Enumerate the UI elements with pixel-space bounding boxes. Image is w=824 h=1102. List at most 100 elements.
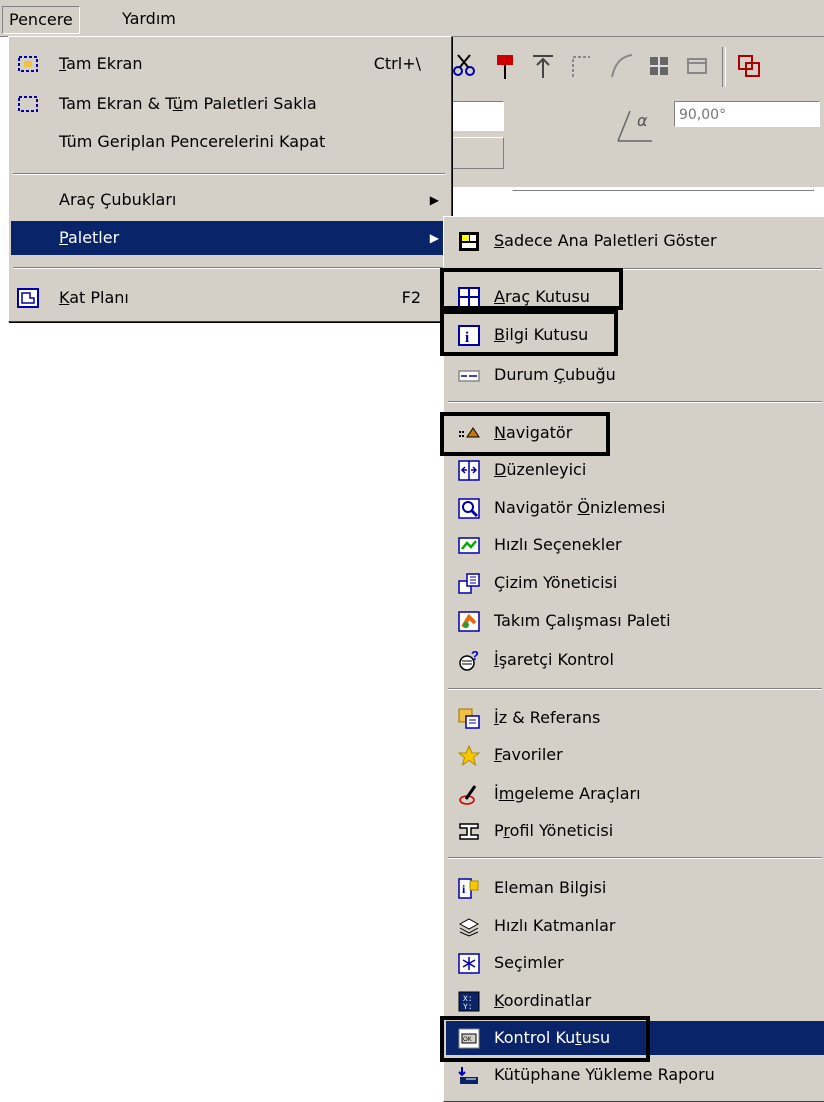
submenu-item-navigator-onizlemesi[interactable]: Navigatör Önizlemesi	[446, 491, 824, 525]
submenu-item-label: Navigatör	[494, 423, 573, 442]
navigator-icon	[459, 427, 480, 439]
pin-icon[interactable]	[492, 51, 518, 81]
shortcut-text: F2	[401, 288, 421, 307]
submenu-item-label: İz & Referans	[494, 708, 601, 727]
svg-text:?: ?	[471, 650, 479, 663]
submenu-item-kutuphane-raporu[interactable]: Kütüphane Yükleme Raporu	[446, 1058, 824, 1092]
submenu-item-label: İmgeleme Araçları	[494, 784, 641, 803]
control-box-icon: OK	[458, 1028, 480, 1049]
submenu-item-durum-cubugu[interactable]: Durum Çubuğu	[446, 358, 824, 392]
menu-separator	[448, 857, 822, 859]
info-box-fields: α 90,00°	[452, 97, 824, 191]
menu-pencere[interactable]: Pencere	[2, 6, 80, 34]
menu-item-label: Tam Ekran	[59, 54, 143, 73]
selections-icon	[458, 953, 480, 974]
organizer-icon	[458, 460, 480, 481]
submenu-item-ana-paletler[interactable]: Sadece Ana Paletleri Göster	[446, 224, 824, 258]
angle-symbol: α	[637, 111, 648, 130]
submenu-item-bilgi-kutusu[interactable]: i Bilgi Kutusu	[446, 318, 824, 352]
menu-separator	[13, 267, 445, 269]
window-tool-icon[interactable]	[684, 51, 710, 81]
menu-item-geriplan-kapat[interactable]: Tüm Geriplan Pencerelerini Kapat	[11, 125, 447, 159]
element-info-icon: i	[458, 878, 479, 899]
menu-item-paletler[interactable]: Paletler ▶	[11, 221, 447, 255]
menu-item-label: Tüm Geriplan Pencerelerini Kapat	[59, 132, 326, 151]
submenu-item-label: Bilgi Kutusu	[494, 325, 589, 344]
align-top-icon[interactable]	[530, 51, 556, 81]
corner-icon[interactable]	[568, 51, 594, 81]
submenu-item-imgeleme-araclari[interactable]: İmgeleme Araçları	[446, 777, 824, 811]
floorplan-icon	[17, 288, 39, 308]
menu-yardim[interactable]: Yardım	[116, 6, 182, 32]
fullscreen-icon	[18, 56, 38, 72]
submenu-item-label: Hızlı Seçenekler	[494, 535, 622, 554]
submenu-item-hizli-secenekler[interactable]: Hızlı Seçenekler	[446, 528, 824, 562]
submenu-item-label: Seçimler	[494, 953, 564, 972]
trace-reference-icon	[458, 708, 480, 729]
menu-separator	[448, 268, 822, 270]
submenu-item-kontrol-kutusu[interactable]: OK Kontrol Kutusu	[446, 1021, 824, 1055]
submenu-arrow-icon: ▶	[429, 193, 439, 207]
status-bar-icon	[458, 370, 480, 382]
menu-item-label: Kat Planı	[59, 288, 129, 307]
navigator-preview-icon	[458, 498, 480, 519]
scissors-icon[interactable]	[452, 51, 478, 81]
submenu-item-label: Eleman Bilgisi	[494, 878, 607, 897]
submenu-item-label: Araç Kutusu	[494, 287, 590, 306]
teamwork-icon	[458, 611, 480, 632]
submenu-item-label: Durum Çubuğu	[494, 365, 616, 384]
menu-item-tam-ekran[interactable]: Tam Ekran Ctrl+\	[11, 47, 447, 81]
submenu-item-isaretci-kontrol[interactable]: ? İşaretçi Kontrol	[446, 643, 824, 677]
panel-edge	[512, 189, 814, 191]
submenu-item-profil-yoneticisi[interactable]: Profil Yöneticisi	[446, 814, 824, 848]
submenu-item-label: Kontrol Kutusu	[494, 1028, 611, 1047]
value-button[interactable]	[452, 137, 504, 169]
shortcut-text: Ctrl+\	[373, 54, 421, 73]
submenu-item-label: Kütüphane Yükleme Raporu	[494, 1065, 715, 1084]
marker-control-icon: ?	[459, 650, 479, 671]
submenu-item-navigator[interactable]: Navigatör	[446, 416, 824, 450]
quick-layers-icon	[458, 918, 480, 937]
main-palettes-icon	[459, 232, 479, 251]
submenu-item-label: İşaretçi Kontrol	[494, 650, 614, 669]
toolbox-icon	[458, 287, 480, 308]
submenu-item-label: Hızlı Katmanlar	[494, 916, 616, 935]
background-toolbar	[452, 37, 824, 97]
submenu-item-favoriler[interactable]: Favoriler	[446, 738, 824, 772]
menu-separator	[448, 688, 822, 690]
grid-tool-icon[interactable]	[646, 51, 672, 81]
quick-options-icon	[458, 537, 480, 554]
submenu-item-secimler[interactable]: Seçimler	[446, 946, 824, 980]
submenu-item-koordinatlar[interactable]: X: Y: Koordinatlar	[446, 984, 824, 1018]
favorites-star-icon	[458, 745, 480, 766]
sketch-tools-icon	[459, 785, 477, 805]
info-box-icon: i	[458, 325, 480, 346]
submenu-item-takim-calismasi[interactable]: Takım Çalışması Paleti	[446, 604, 824, 638]
menu-item-tam-ekran-sakla[interactable]: Tam Ekran & Tüm Paletleri Sakla	[11, 87, 447, 121]
svg-text:OK: OK	[463, 1037, 472, 1043]
menu-separator	[448, 401, 822, 403]
submenu-item-duzenleyici[interactable]: Düzenleyici	[446, 453, 824, 487]
submenu-item-arac-kutusu[interactable]: Araç Kutusu	[446, 280, 824, 314]
submenu-item-iz-referans[interactable]: İz & Referans	[446, 701, 824, 735]
value-field[interactable]	[452, 101, 504, 131]
menu-separator	[13, 173, 445, 175]
drawing-manager-icon	[458, 573, 480, 594]
menu-item-arac-cubuklari[interactable]: Araç Çubukları ▶	[11, 183, 447, 217]
library-report-icon	[458, 1067, 478, 1084]
submenu-item-label: Navigatör Önizlemesi	[494, 498, 666, 517]
submenu-item-label: Çizim Yöneticisi	[494, 573, 618, 592]
submenu-item-label: Takım Çalışması Paleti	[494, 611, 671, 630]
angle-input[interactable]: 90,00°	[674, 101, 820, 127]
coordinates-icon: X:Y:	[458, 991, 480, 1012]
curve-icon[interactable]	[608, 51, 634, 81]
submenu-item-hizli-katmanlar[interactable]: Hızlı Katmanlar	[446, 909, 824, 943]
copy-layout-icon[interactable]	[736, 51, 762, 81]
menu-item-kat-plani[interactable]: Kat Planı F2	[11, 281, 447, 315]
profile-manager-icon	[459, 823, 479, 840]
submenu-item-cizim-yoneticisi[interactable]: Çizim Yöneticisi	[446, 566, 824, 600]
submenu-item-eleman-bilgisi[interactable]: i Eleman Bilgisi	[446, 871, 824, 905]
submenu-item-label: Favoriler	[494, 745, 563, 764]
pencere-menu: Tam Ekran Ctrl+\ Tam Ekran & Tüm Paletle…	[8, 36, 452, 322]
svg-text:i: i	[465, 330, 469, 346]
